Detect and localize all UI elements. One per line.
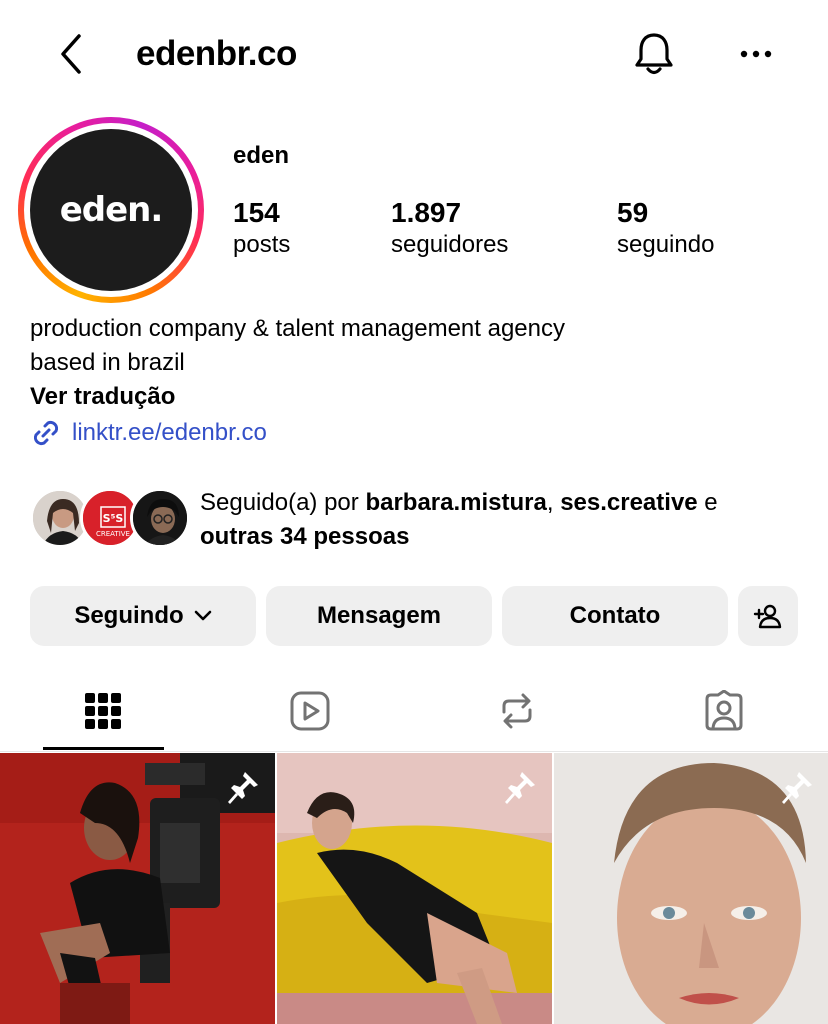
posts-count[interactable]: 154 posts [233,196,290,260]
followed-by-text: Seguido(a) por barbara.mistura, ses.crea… [200,489,718,550]
chevron-down-icon [194,610,211,621]
profile-tabs [0,670,828,752]
tagged-person-icon [705,690,743,731]
tab-reposts[interactable] [457,670,577,752]
followers-count[interactable]: 1.897 seguidores [391,196,508,260]
notifications-button[interactable] [630,30,678,78]
repost-icon [502,693,532,729]
pin-icon [228,772,258,804]
more-options-button[interactable] [734,30,778,78]
mutual-user-1[interactable]: barbara.mistura [365,489,546,516]
grid-icon [85,693,121,729]
bell-icon [635,33,673,75]
following-button[interactable]: Seguindo [30,586,256,646]
profile-name: eden [233,142,290,169]
top-bar: edenbr.co [0,0,828,110]
active-tab-indicator [43,747,164,750]
pin-icon [505,772,535,804]
tab-tagged[interactable] [664,670,784,752]
svg-text:CREATIVE: CREATIVE [96,530,130,538]
see-translation-link[interactable]: Ver tradução [30,380,175,414]
mutual-followers[interactable]: S⁵S CREATIVE Seguido(a) por barbara.mist… [30,486,810,550]
mutual-others[interactable]: outras 34 pessoas [200,523,409,550]
post-thumbnail[interactable] [554,753,828,1024]
post-thumbnail[interactable] [0,753,275,1024]
reels-play-icon [290,691,330,731]
message-button[interactable]: Mensagem [266,586,492,646]
more-horizontal-icon [740,50,772,58]
contact-button[interactable]: Contato [502,586,728,646]
profile-username-title: edenbr.co [136,34,297,73]
suggested-people-button[interactable] [738,586,798,646]
add-person-icon [753,604,782,629]
avatar: eden. [30,129,192,291]
post-thumbnail[interactable] [277,753,552,1024]
following-count[interactable]: 59 seguindo [617,196,714,260]
posts-grid [0,753,828,1024]
bio-link[interactable]: linktr.ee/edenbr.co [30,416,267,450]
chevron-left-icon [61,34,81,74]
tab-reels[interactable] [250,670,370,752]
mutual-user-2[interactable]: ses.creative [560,489,697,516]
bio: production company & talent management a… [30,315,565,376]
back-button[interactable] [50,32,94,76]
svg-text:S⁵S: S⁵S [103,512,124,525]
avatar-logo: eden. [59,190,164,230]
link-icon [33,420,59,446]
tab-grid[interactable] [43,670,163,752]
mutual-avatar-3 [130,488,190,548]
story-ring[interactable]: eden. [18,117,204,303]
pin-icon [782,772,812,804]
